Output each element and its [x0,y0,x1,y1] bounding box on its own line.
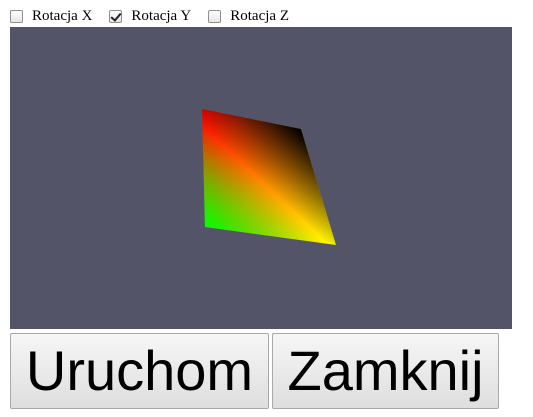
rotation-z-checkbox[interactable] [208,9,222,23]
rotation-x-option[interactable]: Rotacja X [10,8,92,25]
rotation-x-label[interactable]: Rotacja X [32,8,92,25]
run-button[interactable]: Uruchom [10,333,269,409]
rotation-y-label[interactable]: Rotacja Y [131,8,191,25]
rotation-x-checkbox[interactable] [10,9,23,23]
quad-green-corner [202,109,336,245]
close-button[interactable]: Zamknij [272,333,499,409]
rotation-z-option[interactable]: Rotacja Z [208,8,289,25]
rotation-y-checkbox[interactable] [109,9,123,23]
quad-render [202,109,336,245]
render-canvas[interactable] [10,27,512,329]
rotation-z-label[interactable]: Rotacja Z [230,8,289,25]
rotation-y-option[interactable]: Rotacja Y [109,8,191,25]
rotation-controls: Rotacja X Rotacja Y Rotacja Z [10,6,306,26]
